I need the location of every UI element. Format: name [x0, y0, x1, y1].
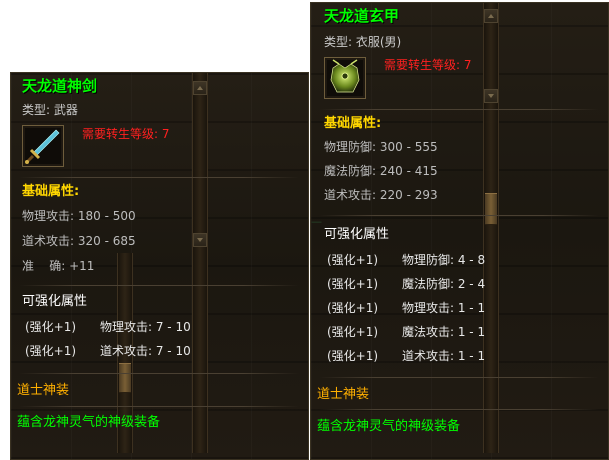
level-requirement: 需要转生等级: 7: [384, 58, 472, 72]
scroll-up-icon: [484, 9, 498, 23]
scroll-thumb: [119, 363, 131, 393]
base-stat: 道术攻击: 220 - 293: [324, 188, 438, 202]
item-name: 天龙道玄甲: [324, 7, 400, 25]
enhance-stat: 魔法防御: 2 - 4: [402, 277, 486, 291]
base-stat: 物理防御: 300 - 555: [324, 140, 438, 154]
enhance-stat: 物理攻击: 1 - 1: [402, 301, 486, 315]
item-tooltip-armor: — 天龙道玄甲 类型: 衣服(男) 需要转生等级: 7 基础属性: 物理防御: …: [310, 2, 609, 460]
enhance-stat: 魔法攻击: 1 - 1: [402, 325, 486, 339]
armor-icon: [324, 57, 366, 99]
enhance-tag: (强化+1): [25, 320, 77, 334]
sword-icon: [22, 125, 64, 167]
scroll-thumb: [485, 193, 497, 225]
level-requirement: 需要转生等级: 7: [82, 127, 170, 141]
divider: [319, 409, 599, 410]
base-stats-title: 基础属性:: [22, 184, 80, 199]
background-scrollbar: [192, 73, 208, 453]
scroll-down-icon: [484, 89, 498, 103]
divider: [19, 373, 299, 374]
divider: [19, 285, 299, 286]
enhance-tag: (强化+1): [327, 349, 379, 363]
enhance-stat: 道术攻击: 1 - 1: [402, 349, 486, 363]
base-stat: 道术攻击: 320 - 685: [22, 234, 136, 248]
enhance-stat: 物理防御: 4 - 8: [402, 253, 486, 267]
item-type: 类型: 武器: [22, 103, 78, 117]
enhance-tag: (强化+1): [327, 253, 379, 267]
item-tooltip-sword: 天龙道神剑 类型: 武器 需要转生等级: 7 基础属性: 物理攻击: 180 -…: [10, 72, 309, 460]
scroll-up-icon: [193, 81, 207, 95]
divider: [19, 406, 299, 407]
base-stats-title: 基础属性:: [324, 116, 382, 131]
divider: [19, 177, 299, 178]
item-name: 天龙道神剑: [22, 77, 98, 95]
enhance-stat: 道术攻击: 7 - 10: [100, 344, 191, 358]
enhance-title: 可强化属性: [324, 227, 390, 242]
enhance-tag: (强化+1): [327, 301, 379, 315]
divider: [319, 215, 599, 216]
set-description: 蕴含龙神灵气的神级装备: [17, 415, 161, 430]
divider: [319, 377, 599, 378]
base-stat: 准 确: +11: [22, 259, 95, 273]
enhance-tag: (强化+1): [327, 277, 379, 291]
enhance-tag: (强化+1): [327, 325, 379, 339]
scroll-down-icon: [193, 233, 207, 247]
item-type: 类型: 衣服(男): [324, 35, 402, 49]
enhance-stat: 物理攻击: 7 - 10: [100, 320, 191, 334]
base-stat: 魔法防御: 240 - 415: [324, 164, 438, 178]
enhance-title: 可强化属性: [22, 294, 88, 309]
background-text: —: [311, 215, 322, 228]
set-name: 道士神装: [317, 387, 370, 402]
divider: [319, 109, 599, 110]
set-description: 蕴含龙神灵气的神级装备: [317, 419, 461, 434]
set-name: 道士神装: [17, 383, 70, 398]
base-stat: 物理攻击: 180 - 500: [22, 209, 136, 223]
background-scrollbar: [483, 3, 499, 453]
enhance-tag: (强化+1): [25, 344, 77, 358]
